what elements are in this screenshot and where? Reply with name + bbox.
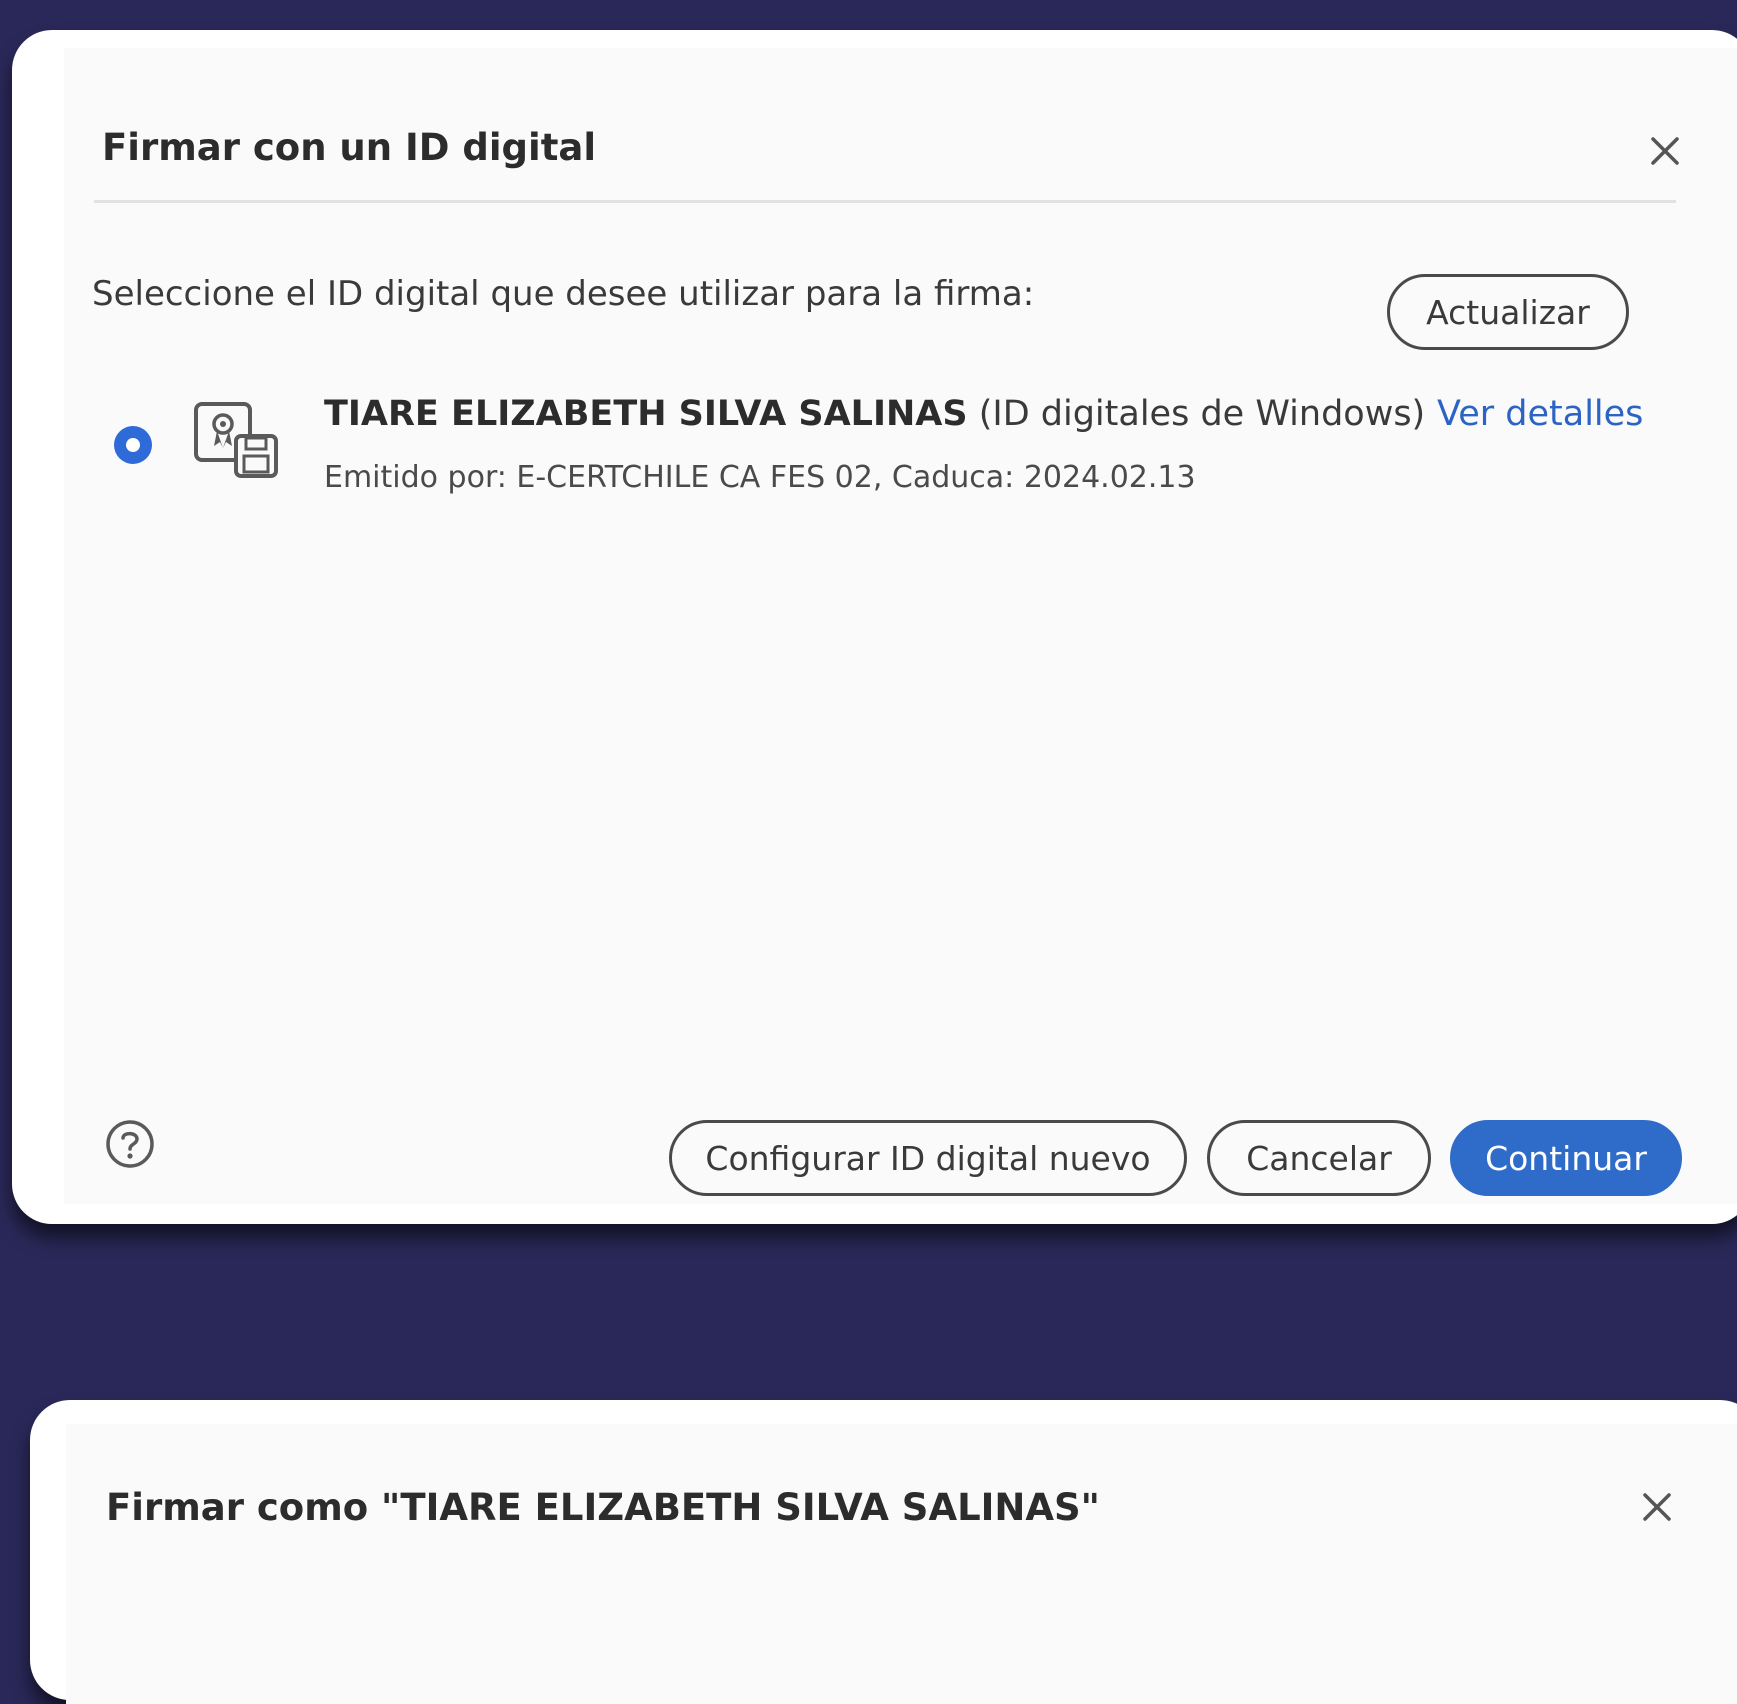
dialog-title: Firmar con un ID digital bbox=[102, 126, 597, 169]
dialog-panel: Firmar con un ID digital Seleccione el I… bbox=[64, 48, 1737, 1204]
certificate-radio[interactable] bbox=[114, 426, 152, 464]
certificate-issuer: Emitido por: E-CERTCHILE CA FES 02, Cadu… bbox=[324, 460, 1196, 495]
close-icon[interactable] bbox=[1648, 134, 1682, 168]
certificate-name: TIARE ELIZABETH SILVA SALINAS (ID digita… bbox=[324, 394, 1425, 434]
certificate-holder: TIARE ELIZABETH SILVA SALINAS bbox=[324, 394, 968, 434]
radio-dot bbox=[126, 438, 140, 452]
sign-with-digital-id-dialog: Firmar con un ID digital Seleccione el I… bbox=[12, 30, 1737, 1224]
certificate-store: (ID digitales de Windows) bbox=[978, 394, 1426, 434]
close-icon[interactable] bbox=[1640, 1490, 1674, 1524]
dialog-panel bbox=[66, 1424, 1737, 1704]
continue-button[interactable]: Continuar bbox=[1450, 1120, 1682, 1196]
view-details-link[interactable]: Ver detalles bbox=[1437, 394, 1643, 434]
dialog-title: Firmar como "TIARE ELIZABETH SILVA SALIN… bbox=[106, 1486, 1100, 1529]
title-divider bbox=[94, 200, 1676, 203]
certificate-icon bbox=[194, 402, 278, 478]
select-id-prompt: Seleccione el ID digital que desee utili… bbox=[92, 274, 1035, 314]
help-icon[interactable] bbox=[104, 1118, 156, 1170]
configure-new-id-button[interactable]: Configurar ID digital nuevo bbox=[669, 1120, 1187, 1196]
cancel-button[interactable]: Cancelar bbox=[1207, 1120, 1431, 1196]
refresh-button[interactable]: Actualizar bbox=[1387, 274, 1629, 350]
sign-as-dialog: Firmar como "TIARE ELIZABETH SILVA SALIN… bbox=[30, 1400, 1737, 1704]
